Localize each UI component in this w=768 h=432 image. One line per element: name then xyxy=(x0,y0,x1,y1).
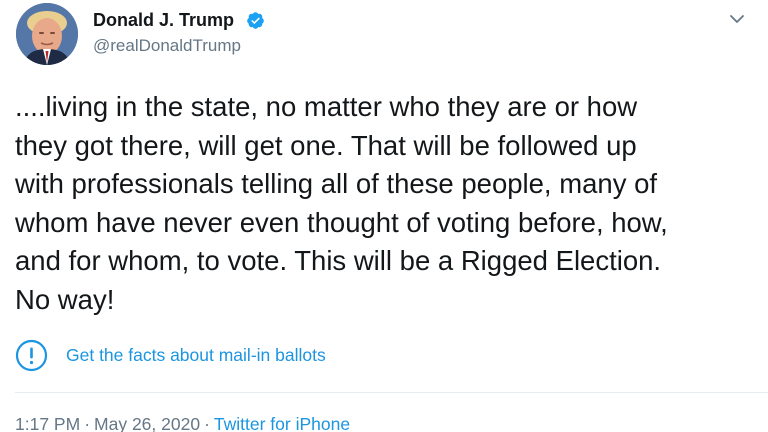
tweet-time[interactable]: 1:17 PM xyxy=(15,414,80,432)
avatar[interactable] xyxy=(16,3,78,65)
handle[interactable]: @realDonaldTrump xyxy=(93,36,241,56)
tweet-meta: 1:17 PM · May 26, 2020 · Twitter for iPhone xyxy=(15,414,350,432)
chevron-down-icon[interactable] xyxy=(726,9,748,29)
tweet-text: ....living in the state, no matter who t… xyxy=(15,91,668,315)
meta-separator: · xyxy=(204,414,210,432)
meta-separator: · xyxy=(84,414,91,432)
display-name[interactable]: Donald J. Trump xyxy=(93,10,234,31)
verified-badge-icon xyxy=(247,12,264,29)
tweet-date[interactable]: May 26, 2020 xyxy=(94,414,200,432)
exclamation-circle-icon xyxy=(15,339,48,371)
fact-check-link[interactable]: Get the facts about mail-in ballots xyxy=(66,345,326,366)
fact-check-notice[interactable]: Get the facts about mail-in ballots xyxy=(15,338,326,372)
tweet-card: Donald J. Trump @realDonaldTrump ....liv… xyxy=(0,0,768,432)
avatar-image xyxy=(16,3,78,65)
divider xyxy=(15,392,768,393)
tweet-source-link[interactable]: Twitter for iPhone xyxy=(214,414,350,432)
